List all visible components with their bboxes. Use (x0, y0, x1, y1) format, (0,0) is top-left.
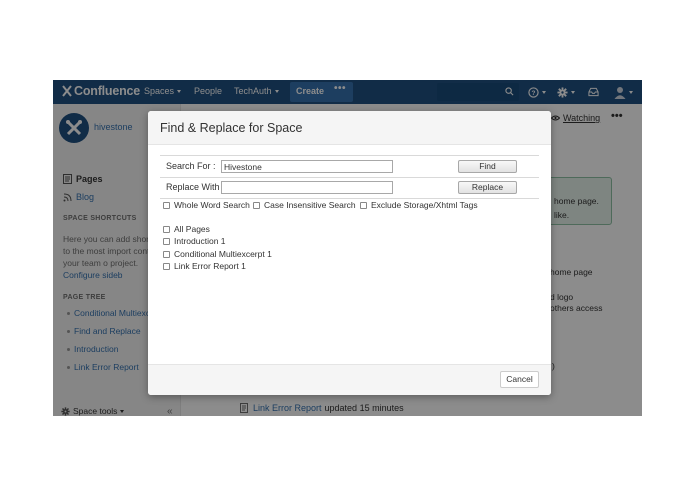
option-label: Case Insensitive Search (264, 200, 356, 210)
whole-word-checkbox[interactable] (163, 201, 170, 209)
find-replace-dialog: Find & Replace for Space Search For : Fi… (148, 111, 551, 395)
whole-word-option[interactable]: Whole Word Search (163, 200, 250, 210)
dialog-title: Find & Replace for Space (160, 121, 303, 135)
replace-with-label: Replace With : (166, 182, 225, 192)
page-option-label: All Pages (174, 224, 210, 234)
exclude-tags-option[interactable]: Exclude Storage/Xhtml Tags (360, 200, 478, 210)
page-option-label: Introduction 1 (174, 236, 226, 246)
page-option[interactable]: Conditional Multiexcerpt 1 (163, 249, 272, 259)
page-checkbox[interactable] (163, 262, 170, 270)
divider (160, 177, 539, 178)
divider (160, 198, 539, 199)
exclude-tags-checkbox[interactable] (360, 201, 367, 209)
page-checkbox[interactable] (163, 225, 170, 233)
page-checkbox[interactable] (163, 250, 170, 258)
replace-with-input[interactable] (221, 181, 393, 194)
cancel-button[interactable]: Cancel (500, 371, 539, 388)
page-option-label: Conditional Multiexcerpt 1 (174, 249, 272, 259)
page-option[interactable]: Link Error Report 1 (163, 261, 246, 271)
page-checkbox[interactable] (163, 237, 170, 245)
replace-button[interactable]: Replace (458, 181, 517, 194)
case-insensitive-checkbox[interactable] (253, 201, 260, 209)
find-button[interactable]: Find (458, 160, 517, 173)
dialog-header: Find & Replace for Space (148, 111, 551, 145)
option-label: Whole Word Search (174, 200, 250, 210)
page-option-label: Link Error Report 1 (174, 261, 246, 271)
dialog-footer (148, 364, 551, 395)
divider (160, 155, 539, 156)
page-option-all[interactable]: All Pages (163, 224, 210, 234)
search-for-label: Search For : (166, 161, 216, 171)
search-for-input[interactable] (221, 160, 393, 173)
page-option[interactable]: Introduction 1 (163, 236, 226, 246)
option-label: Exclude Storage/Xhtml Tags (371, 200, 478, 210)
case-insensitive-option[interactable]: Case Insensitive Search (253, 200, 356, 210)
